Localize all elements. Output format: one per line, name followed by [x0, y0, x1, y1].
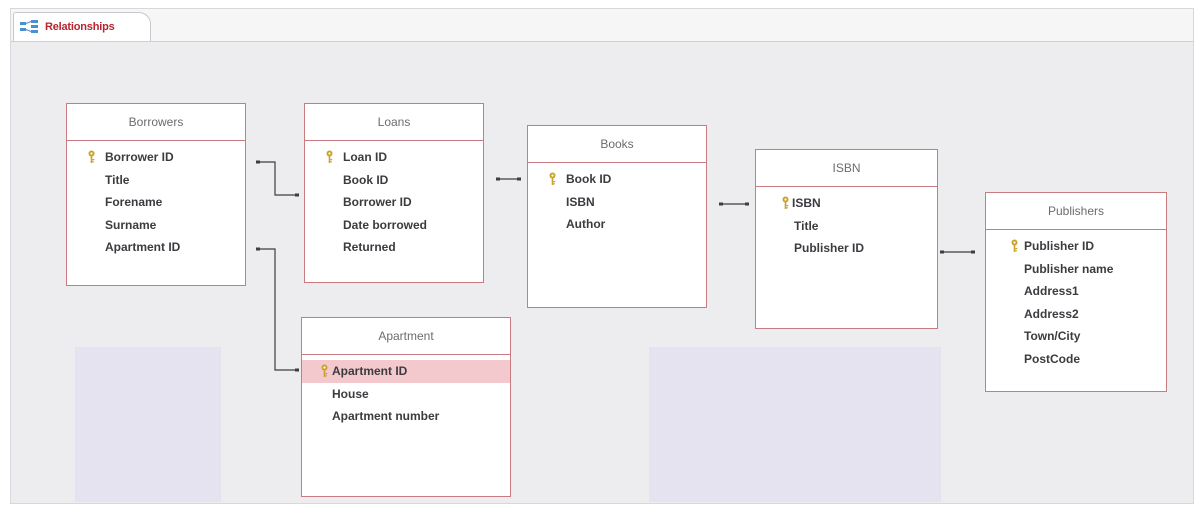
tab-relationships[interactable]: Relationships [13, 12, 151, 41]
field-row[interactable]: Book ID [305, 169, 483, 192]
table-title: Books [528, 126, 706, 163]
field-row[interactable]: Loan ID [305, 146, 483, 169]
field-row[interactable]: Surname [67, 214, 245, 237]
field-name: Borrower ID [343, 195, 412, 209]
table-loans[interactable]: Loans Loan ID Book ID Borrower ID Date b… [304, 103, 484, 283]
field-name: Surname [105, 217, 157, 232]
field-row[interactable]: Title [756, 215, 937, 238]
relationship-line [257, 161, 298, 196]
table-title: Apartment [302, 318, 510, 355]
field-row[interactable]: Author [528, 213, 706, 236]
field-name: House [332, 386, 369, 401]
table-title: Loans [305, 104, 483, 141]
field-row[interactable]: Date borrowed [305, 214, 483, 237]
field-row[interactable]: Address2 [986, 303, 1166, 326]
field-row[interactable]: Publisher name [986, 258, 1166, 281]
primary-key-icon [549, 172, 556, 185]
field-row[interactable]: ISBN [756, 192, 937, 215]
field-name: Title [794, 218, 819, 233]
table-publishers[interactable]: Publishers Publisher ID Publisher name A… [985, 192, 1167, 392]
field-list: Publisher ID Publisher name Address1 Add… [986, 230, 1166, 370]
primary-key-icon [88, 150, 95, 163]
field-name: Apartment ID [332, 364, 408, 378]
field-row[interactable]: House [302, 383, 510, 406]
field-name: Date borrowed [343, 217, 428, 232]
field-row[interactable]: PostCode [986, 348, 1166, 371]
field-name: PostCode [1024, 351, 1081, 366]
field-name: Town/City [1024, 329, 1081, 343]
field-row[interactable]: Publisher ID [986, 235, 1166, 258]
field-name: Publisher ID [1024, 239, 1095, 253]
field-name: Address2 [1024, 306, 1079, 321]
field-name: Book ID [566, 172, 612, 186]
relationships-canvas[interactable]: Borrowers Borrower ID Title Forename Sur… [11, 42, 1193, 503]
field-row[interactable]: Title [67, 169, 245, 192]
table-books[interactable]: Books Book ID ISBN Author [527, 125, 707, 308]
field-name: Book ID [343, 172, 389, 187]
field-row[interactable]: Publisher ID [756, 237, 937, 260]
tab-label: Relationships [45, 21, 115, 33]
field-name: Publisher ID [794, 241, 865, 255]
field-row[interactable]: Town/City [986, 325, 1166, 348]
field-row[interactable]: ISBN [528, 191, 706, 214]
field-name: Forename [105, 195, 163, 209]
primary-key-icon [1011, 239, 1018, 252]
field-row[interactable]: Borrower ID [67, 146, 245, 169]
field-name: Apartment ID [105, 240, 181, 254]
field-row[interactable]: Apartment number [302, 405, 510, 428]
table-apartment[interactable]: Apartment Apartment ID House Apartment n… [301, 317, 511, 497]
primary-key-icon [326, 150, 333, 163]
document-tab-strip: Relationships [11, 9, 1193, 42]
field-name: ISBN [792, 196, 821, 210]
relationship-line [257, 248, 298, 371]
field-row[interactable]: Book ID [528, 168, 706, 191]
primary-key-icon [321, 364, 328, 377]
table-isbn[interactable]: ISBN ISBN Title Publisher ID [755, 149, 938, 329]
field-name: Publisher name [1024, 261, 1114, 276]
field-row[interactable]: Apartment ID [67, 236, 245, 259]
field-row-selected[interactable]: Apartment ID [302, 360, 510, 383]
field-name: Author [566, 217, 606, 231]
table-borrowers[interactable]: Borrowers Borrower ID Title Forename Sur… [66, 103, 246, 286]
field-row[interactable]: Address1 [986, 280, 1166, 303]
field-name: Loan ID [343, 150, 387, 164]
field-list: Loan ID Book ID Borrower ID Date borrowe… [305, 141, 483, 259]
field-name: Title [105, 172, 130, 187]
field-name: Address1 [1024, 284, 1079, 298]
relationships-icon [20, 20, 38, 33]
table-title: Borrowers [67, 104, 245, 141]
field-name: ISBN [566, 194, 595, 209]
field-list: Borrower ID Title Forename Surname Apart… [67, 141, 245, 259]
field-list: ISBN Title Publisher ID [756, 187, 937, 260]
relationships-window: Relationships Borrowers Borrower ID Titl… [10, 8, 1194, 504]
field-list: Book ID ISBN Author [528, 163, 706, 236]
field-row[interactable]: Returned [305, 236, 483, 259]
table-title: ISBN [756, 150, 937, 187]
field-row[interactable]: Borrower ID [305, 191, 483, 214]
field-name: Apartment number [332, 409, 440, 423]
field-list: Apartment ID House Apartment number [302, 355, 510, 428]
table-title: Publishers [986, 193, 1166, 230]
field-row[interactable]: Forename [67, 191, 245, 214]
field-name: Returned [343, 240, 396, 254]
primary-key-icon [782, 196, 789, 209]
field-name: Borrower ID [105, 150, 174, 164]
